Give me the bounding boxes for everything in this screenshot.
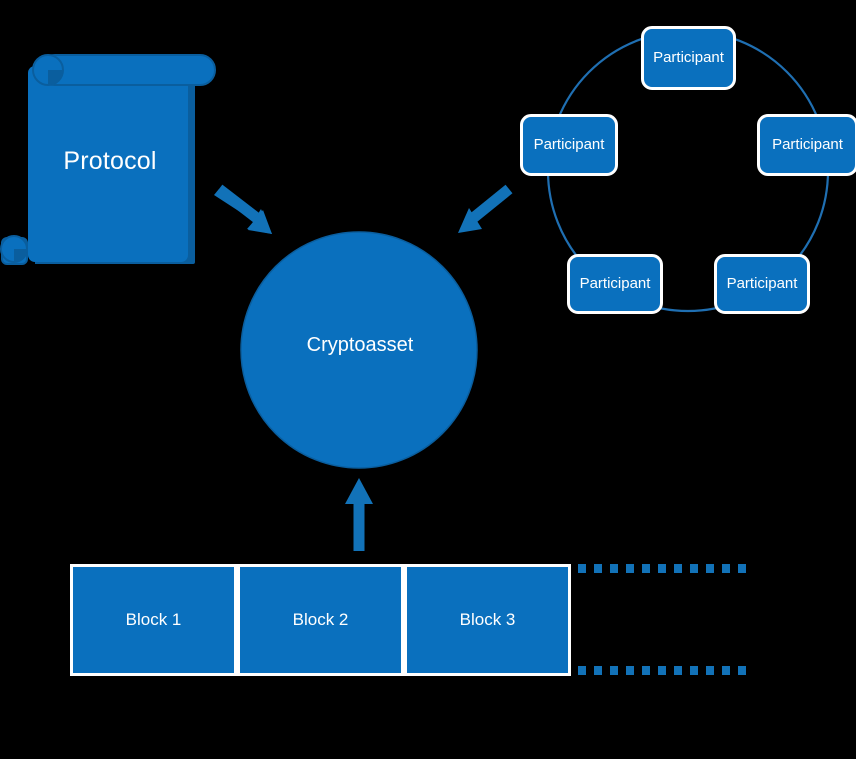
cryptoasset-label: Cryptoasset <box>306 334 414 356</box>
block-1[interactable]: Block 1 <box>70 564 237 676</box>
block-2[interactable]: Block 2 <box>237 564 404 676</box>
arrow-protocol-to-cryptoasset <box>214 184 272 234</box>
participant-node-left[interactable]: Participant <box>520 114 618 176</box>
arrow-blockchain-to-cryptoasset <box>345 478 373 551</box>
participant-node-bottom-left[interactable]: Participant <box>567 254 663 314</box>
participant-node-top[interactable]: Participant <box>641 26 736 90</box>
protocol-label: Protocol <box>63 147 157 175</box>
block-3[interactable]: Block 3 <box>404 564 571 676</box>
blockchain-continuation-dots <box>578 564 748 675</box>
diagram-canvas: Protocol Cryptoasset Participant Partici… <box>0 0 856 759</box>
arrow-participants-to-cryptoasset <box>458 184 513 233</box>
participant-node-right[interactable]: Participant <box>757 114 856 176</box>
participant-node-bottom-right[interactable]: Participant <box>714 254 810 314</box>
